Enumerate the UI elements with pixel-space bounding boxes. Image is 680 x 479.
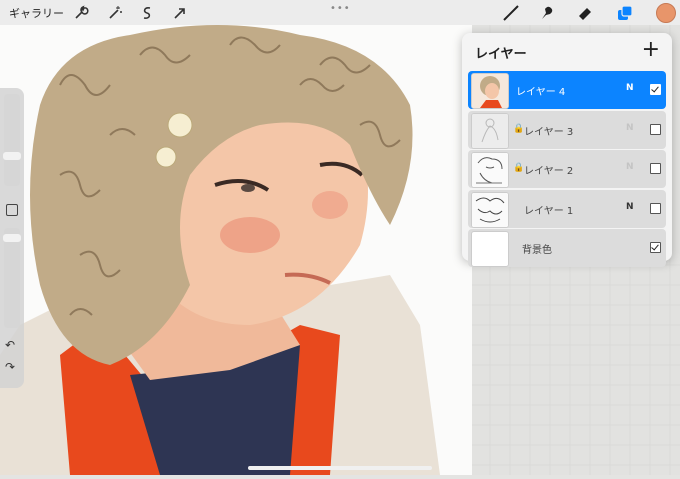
layer-row[interactable]: レイヤー 1 N [468, 190, 666, 228]
modify-button[interactable] [6, 204, 18, 216]
layers-icon[interactable] [615, 3, 635, 23]
opacity-handle[interactable] [3, 234, 21, 242]
blend-mode-label[interactable]: N [626, 83, 634, 93]
brush-size-slider[interactable] [3, 94, 21, 186]
visibility-checkbox[interactable] [650, 84, 661, 95]
visibility-checkbox[interactable] [650, 163, 661, 174]
blend-mode-label[interactable]: N [626, 162, 634, 172]
layers-panel: レイヤー + レイヤー 4 N 🔒 レイヤー 3 N 🔒 レイヤー 2 N レイ… [462, 33, 672, 267]
lock-icon: 🔒 [513, 124, 525, 134]
selection-icon[interactable] [138, 4, 156, 22]
layer-thumbnail [471, 192, 509, 228]
visibility-checkbox[interactable] [650, 203, 661, 214]
layer-name: 背景色 [522, 245, 552, 256]
home-indicator[interactable] [248, 466, 432, 470]
undo-icon[interactable]: ↶ [5, 338, 15, 352]
smudge-icon[interactable] [538, 3, 558, 23]
wrench-icon[interactable] [72, 4, 90, 22]
layer-thumbnail [471, 152, 509, 188]
visibility-checkbox[interactable] [650, 124, 661, 135]
more-dots-icon[interactable]: ••• [330, 3, 351, 14]
layers-title: レイヤー [475, 47, 527, 62]
layer-thumbnail [471, 113, 509, 149]
layer-row[interactable]: 背景色 [468, 229, 666, 267]
wand-icon[interactable] [106, 4, 124, 22]
plus-icon[interactable]: + [642, 37, 660, 62]
brush-size-handle[interactable] [3, 152, 21, 160]
top-toolbar: ギャラリー ••• [0, 0, 680, 25]
color-swatch[interactable] [656, 3, 676, 23]
layer-name: レイヤー 4 [516, 87, 566, 98]
left-sidebar: ↶ ↷ [0, 88, 24, 388]
eraser-icon[interactable] [575, 3, 595, 23]
lock-icon: 🔒 [513, 163, 525, 173]
visibility-checkbox[interactable] [650, 242, 661, 253]
opacity-slider[interactable] [3, 228, 21, 328]
gallery-button[interactable]: ギャラリー [9, 5, 64, 21]
layer-name: レイヤー 2 [524, 166, 574, 177]
layer-thumbnail [471, 73, 509, 109]
layer-row[interactable]: レイヤー 4 N [468, 71, 666, 109]
brush-icon[interactable] [501, 3, 521, 23]
layer-name: レイヤー 3 [524, 127, 574, 138]
layer-row[interactable]: 🔒 レイヤー 2 N [468, 150, 666, 188]
layer-row[interactable]: 🔒 レイヤー 3 N [468, 111, 666, 149]
layer-name: レイヤー 1 [524, 206, 574, 217]
layer-thumbnail [471, 231, 509, 267]
blend-mode-label[interactable]: N [626, 123, 634, 133]
transform-arrow-icon[interactable] [171, 4, 189, 22]
redo-icon[interactable]: ↷ [5, 360, 15, 374]
blend-mode-label[interactable]: N [626, 202, 634, 212]
